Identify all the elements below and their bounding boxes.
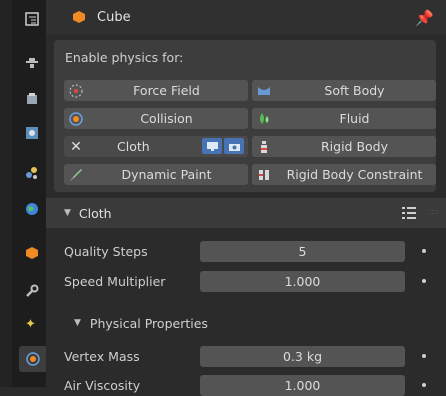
svg-text:✦: ✦ xyxy=(25,317,36,331)
outliner-icon xyxy=(25,12,39,26)
tab-particles[interactable]: ✦ xyxy=(19,310,45,336)
printer-icon xyxy=(27,93,37,104)
cloth-panel-title: Cloth xyxy=(78,205,112,221)
cloth-viewport-toggle[interactable] xyxy=(202,138,222,154)
world-icon xyxy=(26,203,38,215)
rigid-body-label: Rigid Body xyxy=(320,139,389,154)
render-icon xyxy=(26,58,38,68)
keyframe-dot-icon[interactable] xyxy=(422,354,426,358)
tab-world[interactable] xyxy=(19,196,45,222)
tab-tool[interactable] xyxy=(19,6,45,32)
scene-icon xyxy=(26,167,37,179)
collision-label: Collision xyxy=(140,111,193,126)
speed-multiplier-row: Speed Multiplier 1.000 xyxy=(64,270,446,292)
vertex-mass-row: Vertex Mass 0.3 kg xyxy=(64,345,446,367)
chevron-down-icon: ▼ xyxy=(64,208,71,218)
remove-cloth-icon[interactable]: ✕ xyxy=(67,138,85,156)
rigid-body-constraint-icon xyxy=(255,166,273,184)
rigid-body-constraint-button[interactable]: Rigid Body Constraint xyxy=(252,164,436,185)
soft-body-label: Soft Body xyxy=(324,83,385,98)
tab-physics[interactable] xyxy=(19,346,46,372)
collision-button[interactable]: Collision xyxy=(64,108,248,129)
force-field-button[interactable]: Force Field xyxy=(64,80,248,101)
fluid-icon xyxy=(255,110,273,128)
enable-physics-box: Enable physics for: Force Field Soft Bod… xyxy=(54,40,436,192)
tab-output[interactable] xyxy=(19,86,45,112)
quality-steps-row: Quality Steps 5 xyxy=(64,240,446,262)
particles-icon: ✦ xyxy=(25,317,36,331)
tab-modifiers[interactable] xyxy=(19,278,45,304)
dynamic-paint-label: Dynamic Paint xyxy=(121,167,212,182)
enable-physics-label: Enable physics for: xyxy=(65,50,184,65)
quality-steps-field[interactable]: 5 xyxy=(200,240,405,262)
image-icon xyxy=(26,127,38,139)
dynamic-paint-icon xyxy=(67,166,85,184)
properties-header: Cube 📌 xyxy=(46,0,446,34)
cloth-panel-header[interactable]: ▼ Cloth ∷∷ xyxy=(46,198,446,228)
drag-handle-icon[interactable]: ∷∷ xyxy=(428,208,438,217)
keyframe-dot-icon[interactable] xyxy=(422,279,426,283)
vertex-mass-label: Vertex Mass xyxy=(64,348,140,364)
tab-view-layer[interactable] xyxy=(19,120,45,146)
chevron-down-icon: ▼ xyxy=(74,318,81,328)
list-icon[interactable] xyxy=(402,206,416,220)
rigid-body-icon xyxy=(255,138,273,156)
speed-multiplier-field[interactable]: 1.000 xyxy=(200,270,405,292)
camera-icon xyxy=(228,143,240,151)
keyframe-dot-icon[interactable] xyxy=(422,383,426,387)
monitor-icon xyxy=(206,141,218,151)
object-cube-icon xyxy=(26,247,38,259)
physical-properties-title: Physical Properties xyxy=(89,315,208,331)
rigid-body-constraint-label: Rigid Body Constraint xyxy=(286,167,423,182)
air-viscosity-label: Air Viscosity xyxy=(64,377,141,393)
pin-icon[interactable]: 📌 xyxy=(415,9,434,27)
wrench-icon xyxy=(26,284,39,297)
properties-tab-bar: ✦ xyxy=(0,0,46,387)
collision-icon xyxy=(67,110,85,128)
cloth-button[interactable]: ✕ Cloth xyxy=(64,136,248,157)
tab-scene[interactable] xyxy=(19,160,45,186)
physics-icon xyxy=(25,352,40,366)
soft-body-icon xyxy=(255,82,273,100)
force-field-icon xyxy=(67,82,85,100)
soft-body-button[interactable]: Soft Body xyxy=(252,80,436,101)
tab-object[interactable] xyxy=(19,240,45,266)
cube-icon xyxy=(73,11,85,23)
tab-render[interactable] xyxy=(19,50,45,76)
speed-multiplier-label: Speed Multiplier xyxy=(64,273,166,289)
quality-steps-label: Quality Steps xyxy=(64,243,148,259)
air-viscosity-row: Air Viscosity 1.000 xyxy=(64,374,446,396)
rigid-body-button[interactable]: Rigid Body xyxy=(252,136,436,157)
properties-editor: Cube 📌 Enable physics for: Force Field S… xyxy=(46,0,446,396)
object-name: Cube xyxy=(97,9,131,25)
keyframe-dot-icon[interactable] xyxy=(422,249,426,253)
cloth-render-toggle[interactable] xyxy=(224,138,244,154)
vertex-mass-field[interactable]: 0.3 kg xyxy=(200,345,405,367)
physical-properties-header[interactable]: ▼ Physical Properties xyxy=(74,313,208,333)
air-viscosity-field[interactable]: 1.000 xyxy=(200,374,405,396)
fluid-button[interactable]: Fluid xyxy=(252,108,436,129)
fluid-label: Fluid xyxy=(339,111,370,126)
dynamic-paint-button[interactable]: Dynamic Paint xyxy=(64,164,248,185)
force-field-label: Force Field xyxy=(133,83,200,98)
